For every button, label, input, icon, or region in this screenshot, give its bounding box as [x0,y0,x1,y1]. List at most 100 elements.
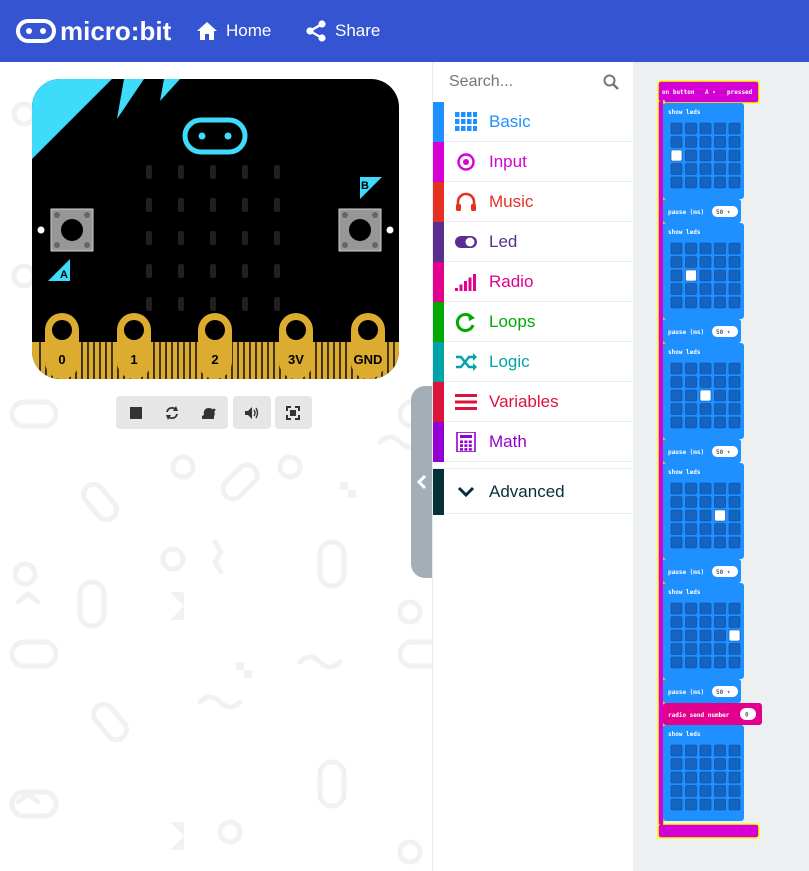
pause-block[interactable]: pause (ms) 50 ▾ [663,439,741,463]
led-toggle[interactable] [714,176,726,189]
led-toggle[interactable] [685,496,697,508]
led-toggle[interactable] [685,296,697,309]
led-toggle[interactable] [685,509,697,522]
share-button[interactable]: Share [305,18,380,44]
led-toggle[interactable] [670,283,683,295]
led-toggle[interactable] [714,509,726,522]
led-toggle[interactable] [728,403,741,415]
led-toggle[interactable] [699,771,712,784]
led-toggle[interactable] [728,176,741,189]
led-toggle[interactable] [670,482,683,495]
pin-2[interactable]: 2 [198,313,232,379]
led-toggle[interactable] [685,523,697,535]
collapse-simulator-button[interactable] [411,386,433,578]
led-toggle[interactable] [685,122,697,135]
led-toggle[interactable] [699,416,712,429]
led-toggle[interactable] [728,376,741,388]
led-toggle[interactable] [728,283,741,295]
led-toggle[interactable] [728,602,741,615]
button-dropdown[interactable]: A ▾ [705,89,716,96]
led-toggle[interactable] [714,536,726,549]
led-toggle[interactable] [685,163,697,175]
led-toggle[interactable] [728,629,741,642]
led-toggle[interactable] [685,269,697,282]
led-toggle[interactable] [670,362,683,375]
led-toggle[interactable] [670,496,683,508]
led-toggle[interactable] [714,283,726,295]
led-toggle[interactable] [728,496,741,508]
pause-value-field[interactable]: 50 ▾ [712,206,738,217]
show-leds-block[interactable]: show leds [663,343,744,439]
led-toggle[interactable] [728,482,741,495]
led-toggle[interactable] [728,122,741,135]
pause-block[interactable]: pause (ms) 50 ▾ [663,199,741,223]
category-logic[interactable]: Logic [433,342,633,382]
led-toggle[interactable] [685,403,697,415]
led-toggle[interactable] [685,602,697,615]
led-toggle[interactable] [728,362,741,375]
led-toggle[interactable] [714,362,726,375]
led-toggle[interactable] [714,256,726,268]
led-toggle[interactable] [685,643,697,655]
led-toggle[interactable] [728,509,741,522]
radio-send-number-block[interactable]: radio send number 0 [663,703,762,725]
led-toggle[interactable] [699,602,712,615]
led-toggle[interactable] [714,376,726,388]
led-toggle[interactable] [670,643,683,655]
led-toggle[interactable] [670,758,683,770]
led-toggle[interactable] [670,509,683,522]
led-toggle[interactable] [714,269,726,282]
led-toggle[interactable] [699,798,712,811]
led-toggle[interactable] [670,523,683,535]
led-toggle[interactable] [670,536,683,549]
led-toggle[interactable] [728,256,741,268]
led-toggle[interactable] [714,163,726,175]
led-toggle[interactable] [699,496,712,508]
search-icon[interactable] [603,74,619,90]
led-toggle[interactable] [714,416,726,429]
category-variables[interactable]: Variables [433,382,633,422]
led-toggle[interactable] [714,798,726,811]
pause-value-field[interactable]: 50 ▾ [712,326,738,337]
led-toggle[interactable] [670,163,683,175]
led-toggle[interactable] [685,149,697,162]
led-toggle[interactable] [728,163,741,175]
led-toggle[interactable] [685,376,697,388]
led-toggle[interactable] [670,122,683,135]
led-toggle[interactable] [728,296,741,309]
led-toggle[interactable] [670,744,683,757]
led-toggle[interactable] [685,629,697,642]
led-toggle[interactable] [728,643,741,655]
led-toggle[interactable] [714,296,726,309]
led-toggle[interactable] [685,616,697,628]
led-toggle[interactable] [728,616,741,628]
led-toggle[interactable] [699,509,712,522]
led-toggle[interactable] [670,376,683,388]
pin-gnd[interactable]: GND [351,313,385,379]
led-toggle[interactable] [670,389,683,402]
button-a[interactable] [50,208,94,252]
led-toggle[interactable] [728,771,741,784]
led-toggle[interactable] [670,416,683,429]
home-button[interactable]: Home [196,18,271,44]
led-toggle[interactable] [728,656,741,669]
led-toggle[interactable] [670,256,683,268]
pause-value-field[interactable]: 50 ▾ [712,686,738,697]
slow-motion-button[interactable] [190,396,226,429]
led-toggle[interactable] [714,602,726,615]
led-toggle[interactable] [670,629,683,642]
led-toggle[interactable] [714,523,726,535]
led-toggle[interactable] [670,136,683,148]
led-toggle[interactable] [685,256,697,268]
led-toggle[interactable] [699,362,712,375]
led-toggle[interactable] [714,643,726,655]
led-toggle[interactable] [699,523,712,535]
led-toggle[interactable] [728,149,741,162]
pause-block[interactable]: pause (ms) 50 ▾ [663,319,741,343]
led-toggle[interactable] [670,176,683,189]
category-basic[interactable]: Basic [433,102,633,142]
led-toggle[interactable] [699,176,712,189]
led-toggle[interactable] [699,269,712,282]
led-toggle[interactable] [714,136,726,148]
led-toggle[interactable] [670,771,683,784]
